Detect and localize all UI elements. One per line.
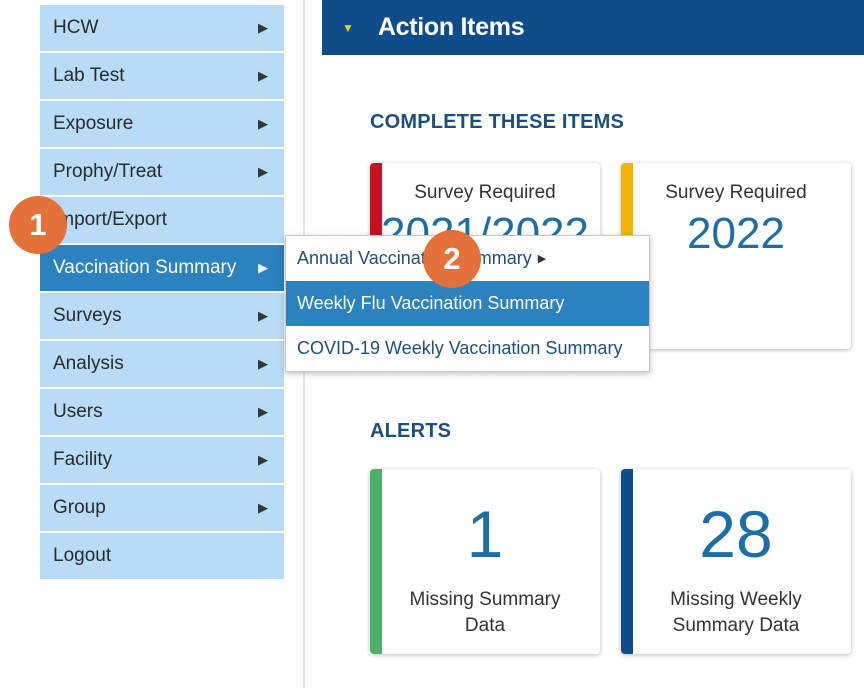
chevron-right-icon: ▶ — [258, 260, 268, 275]
menu-item-hcw[interactable]: HCW ▶ — [40, 5, 284, 51]
menu-item-label: Prophy/Treat — [53, 161, 163, 182]
action-items-header[interactable]: ▼ Action Items — [322, 0, 864, 55]
menu-item-exposure[interactable]: Exposure ▶ — [40, 101, 284, 147]
page-title: Action Items — [377, 13, 525, 41]
alert-card[interactable]: 28 Missing Weekly Summary Data — [621, 469, 851, 654]
submenu-item-label: Weekly Flu Vaccination Summary — [297, 293, 565, 313]
caret-down-icon: ▼ — [342, 20, 354, 35]
card-label: Survey Required — [414, 182, 556, 203]
menu-item-surveys[interactable]: Surveys ▶ — [40, 293, 284, 339]
step-badge-1: 1 — [9, 196, 67, 254]
chevron-right-icon: ▶ — [258, 356, 268, 371]
chevron-right-icon: ▶ — [258, 404, 268, 419]
menu-item-label: Users — [53, 401, 103, 422]
menu-item-label: HCW — [53, 17, 99, 38]
alert-count: 1 — [466, 497, 504, 571]
menu-item-analysis[interactable]: Analysis ▶ — [40, 341, 284, 387]
submenu-item-weekly-flu-vaccination-summary[interactable]: Weekly Flu Vaccination Summary — [286, 281, 649, 326]
menu-item-group[interactable]: Group ▶ — [40, 485, 284, 531]
menu-item-logout[interactable]: Logout — [40, 533, 284, 579]
main-menu: HCW ▶ Lab Test ▶ Exposure ▶ Prophy/Treat ▶ I… — [40, 5, 284, 581]
page-margin — [0, 0, 40, 688]
menu-item-vaccination-summary[interactable]: Vaccination Summary ▶ — [40, 245, 284, 291]
menu-item-facility[interactable]: Facility ▶ — [40, 437, 284, 483]
chevron-right-icon: ▶ — [258, 308, 268, 323]
menu-item-label: Logout — [53, 545, 112, 566]
chevron-right-icon: ▶ — [258, 20, 268, 35]
section-title-alerts: ALERTS — [370, 420, 452, 442]
survey-card[interactable]: Survey Required 2022 — [621, 163, 851, 349]
alert-card[interactable]: 1 Missing Summary Data — [370, 469, 600, 654]
chevron-right-icon: ▶ — [258, 164, 268, 179]
menu-item-prophy-treat[interactable]: Prophy/Treat ▶ — [40, 149, 284, 195]
chevron-right-icon: ▶ — [258, 116, 268, 131]
menu-item-import-export[interactable]: Import/Export — [40, 197, 284, 243]
chevron-right-icon: ▶ — [258, 500, 268, 515]
menu-item-label: Import/Export — [53, 209, 168, 230]
alert-description: Missing Weekly Summary Data — [670, 589, 802, 636]
step-badge-2: 2 — [423, 230, 481, 288]
chevron-right-icon: ▶ — [258, 452, 268, 467]
menu-item-label: Vaccination Summary — [53, 257, 237, 278]
section-title-complete: COMPLETE THESE ITEMS — [370, 111, 625, 133]
menu-item-label: Analysis — [53, 353, 124, 374]
menu-item-label: Exposure — [53, 113, 134, 134]
chevron-right-icon: ▶ — [537, 253, 547, 265]
menu-item-lab-test[interactable]: Lab Test ▶ — [40, 53, 284, 99]
card-accent-bar — [621, 469, 633, 654]
menu-item-label: Group — [53, 497, 106, 518]
alert-description: Missing Summary Data — [409, 589, 561, 636]
card-label: Survey Required — [665, 182, 807, 203]
menu-item-label: Facility — [53, 449, 113, 470]
alert-count: 28 — [699, 497, 773, 571]
card-accent-bar — [370, 469, 382, 654]
menu-item-label: Lab Test — [53, 65, 125, 86]
menu-item-label: Surveys — [53, 305, 122, 326]
submenu-item-label: COVID-19 Weekly Vaccination Summary — [297, 338, 623, 358]
chevron-right-icon: ▶ — [258, 68, 268, 83]
submenu-item-covid-19-weekly-vaccination-summary[interactable]: COVID-19 Weekly Vaccination Summary — [286, 326, 649, 371]
card-value: 2022 — [687, 209, 785, 258]
menu-item-users[interactable]: Users ▶ — [40, 389, 284, 435]
submenu-item-label: Annual Vaccination Summary — [297, 248, 532, 268]
